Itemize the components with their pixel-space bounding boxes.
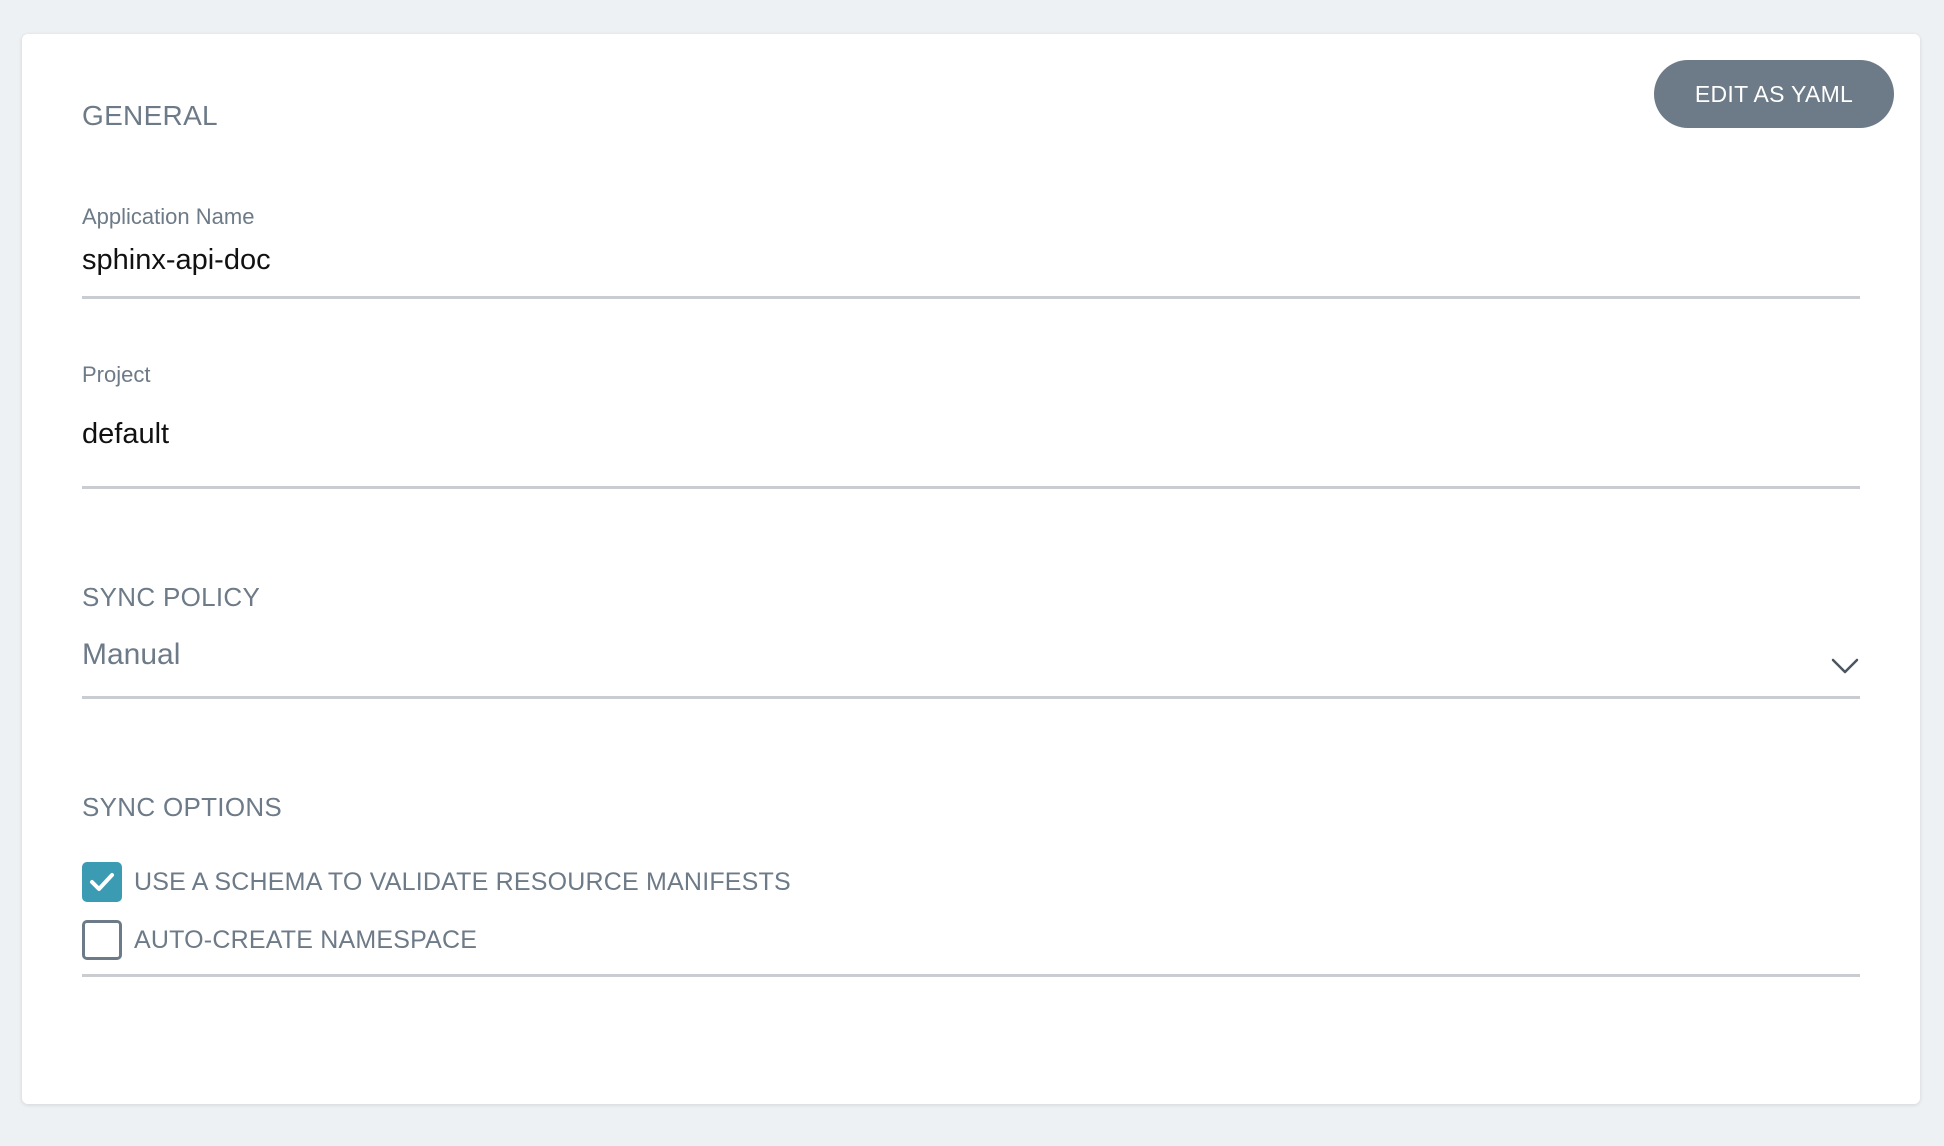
project-label: Project [82,362,151,387]
validate-schema-checkbox[interactable] [82,862,122,902]
sync-options-section-title: SYNC OPTIONS [82,792,283,822]
application-form-card: EDIT AS YAML GENERAL Application Name sp… [22,34,1920,1104]
application-name-underline [82,296,1860,299]
application-name-label: Application Name [82,204,255,229]
auto-create-namespace-checkbox[interactable] [82,920,122,960]
checkmark-icon [90,873,114,891]
sync-option-validate-row[interactable]: USE A SCHEMA TO VALIDATE RESOURCE MANIFE… [82,862,791,902]
sync-policy-selected-value: Manual [82,638,181,671]
validate-schema-label: USE A SCHEMA TO VALIDATE RESOURCE MANIFE… [134,867,791,896]
project-input[interactable]: default [82,418,169,451]
sync-policy-underline [82,696,1860,699]
project-underline [82,486,1860,489]
sync-option-namespace-row[interactable]: AUTO-CREATE NAMESPACE [82,920,477,960]
sync-policy-section-title: SYNC POLICY [82,582,261,612]
sync-options-underline [82,974,1860,977]
general-section-title: GENERAL [82,100,218,131]
auto-create-namespace-label: AUTO-CREATE NAMESPACE [134,925,478,954]
application-name-input[interactable]: sphinx-api-doc [82,244,271,277]
sync-policy-select[interactable]: Manual [82,634,1860,694]
edit-as-yaml-button[interactable]: EDIT AS YAML [1654,60,1894,128]
chevron-down-icon [1831,658,1859,674]
